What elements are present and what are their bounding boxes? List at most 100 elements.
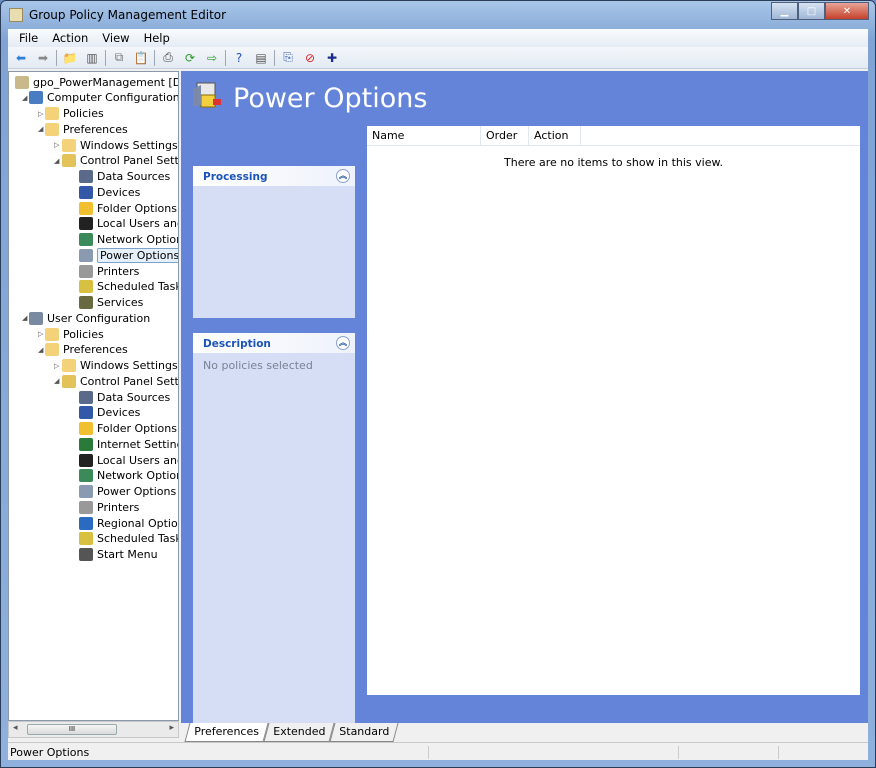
tree-item-icon bbox=[62, 359, 76, 372]
tree-item-label: Services bbox=[97, 296, 143, 309]
tree-item[interactable]: Network Options bbox=[79, 468, 179, 484]
tree-item[interactable]: ◢Preferences bbox=[45, 342, 128, 358]
tree-item[interactable]: Local Users and Groups bbox=[79, 452, 179, 468]
tree-item-label: Control Panel Settings bbox=[80, 375, 179, 388]
tree-item[interactable]: Local Users and Groups bbox=[79, 216, 179, 232]
show-hide-tree-icon[interactable]: ▥ bbox=[83, 49, 101, 67]
tab-label: Standard bbox=[339, 725, 389, 738]
tree-item-label: gpo_PowerManagement [DC1.S bbox=[33, 76, 179, 89]
tab-standard[interactable]: Standard bbox=[329, 723, 398, 742]
tree-item-label: Power Options bbox=[97, 248, 179, 263]
collapse-arrow-icon[interactable]: ◢ bbox=[22, 94, 30, 102]
tree-item-label: Preferences bbox=[63, 123, 128, 136]
tab-label: Preferences bbox=[194, 725, 259, 738]
tab-extended[interactable]: Extended bbox=[263, 723, 334, 742]
stop-icon[interactable]: ⊘ bbox=[301, 49, 319, 67]
expand-arrow-icon[interactable]: ▷ bbox=[38, 330, 46, 338]
tree-item[interactable]: ◢Preferences bbox=[45, 121, 128, 137]
tree-item-icon bbox=[79, 469, 93, 482]
tree-item[interactable]: Power Options bbox=[79, 247, 179, 263]
menu-help[interactable]: Help bbox=[137, 31, 177, 45]
tree-item-label: Devices bbox=[97, 186, 140, 199]
tree-item[interactable]: Folder Options bbox=[79, 200, 177, 216]
tree-item-label: Data Sources bbox=[97, 391, 170, 404]
expand-arrow-icon[interactable]: ▷ bbox=[54, 362, 62, 370]
tree-item[interactable]: Internet Settings bbox=[79, 436, 179, 452]
copy-icon[interactable]: ⧉ bbox=[110, 49, 128, 67]
refresh-icon[interactable]: ⟳ bbox=[181, 49, 199, 67]
tree-item-label: Local Users and Groups bbox=[97, 454, 179, 467]
collapse-description-button[interactable]: ︽ bbox=[336, 336, 350, 350]
tree-item[interactable]: ◢Control Panel Settings bbox=[62, 373, 179, 389]
add-icon[interactable]: ✚ bbox=[323, 49, 341, 67]
column-header-action[interactable]: Action bbox=[529, 126, 581, 145]
collapse-arrow-icon[interactable]: ◢ bbox=[38, 125, 46, 133]
status-bar: Power Options bbox=[8, 742, 868, 762]
back-icon[interactable]: ⬅ bbox=[12, 49, 30, 67]
tree-item[interactable]: Devices bbox=[79, 184, 140, 200]
menu-file[interactable]: File bbox=[12, 31, 45, 45]
tree-item[interactable]: Printers bbox=[79, 499, 139, 515]
up-folder-icon[interactable]: 📁 bbox=[61, 49, 79, 67]
expand-arrow-icon[interactable]: ▷ bbox=[38, 110, 46, 118]
print-icon[interactable]: ⎙ bbox=[159, 49, 177, 67]
tree-item-icon bbox=[79, 249, 93, 262]
tree-view[interactable]: gpo_PowerManagement [DC1.S◢Computer Conf… bbox=[8, 71, 179, 721]
tree-item[interactable]: Scheduled Tasks bbox=[79, 279, 179, 295]
menu-view[interactable]: View bbox=[95, 31, 136, 45]
tree-item[interactable]: Folder Options bbox=[79, 421, 177, 437]
toolbar-separator bbox=[105, 50, 106, 66]
tree-item[interactable]: Data Sources bbox=[79, 169, 170, 185]
tree-item-label: Printers bbox=[97, 265, 139, 278]
tree-item[interactable]: Network Options bbox=[79, 232, 179, 248]
tree-item-label: Folder Options bbox=[97, 202, 177, 215]
tree-item[interactable]: Data Sources bbox=[79, 389, 170, 405]
column-header-order[interactable]: Order bbox=[481, 126, 529, 145]
collapse-arrow-icon[interactable]: ◢ bbox=[54, 377, 62, 385]
status-text: Power Options bbox=[9, 746, 429, 759]
tree-item[interactable]: Devices bbox=[79, 405, 140, 421]
scroll-left-arrow[interactable]: ◂ bbox=[13, 723, 18, 733]
expand-arrow-icon[interactable]: ▷ bbox=[54, 141, 62, 149]
tree-item[interactable]: Printers bbox=[79, 263, 139, 279]
forward-icon[interactable]: ➡ bbox=[34, 49, 52, 67]
tree-horizontal-scrollbar[interactable]: ◂ III ▸ bbox=[8, 721, 179, 738]
menu-action[interactable]: Action bbox=[45, 31, 95, 45]
scroll-right-arrow[interactable]: ▸ bbox=[169, 723, 174, 733]
help-icon[interactable]: ? bbox=[230, 49, 248, 67]
tree-item[interactable]: ▷Windows Settings bbox=[62, 358, 178, 374]
tab-preferences[interactable]: Preferences bbox=[184, 723, 268, 742]
close-button[interactable]: ✕ bbox=[825, 2, 869, 20]
collapse-arrow-icon[interactable]: ◢ bbox=[54, 157, 62, 165]
description-heading: Description bbox=[203, 338, 271, 350]
tree-item[interactable]: ◢User Configuration bbox=[29, 310, 150, 326]
column-header-name[interactable]: Name bbox=[367, 126, 481, 145]
tree-item-icon bbox=[29, 312, 43, 325]
tree-item[interactable]: Power Options bbox=[79, 484, 176, 500]
tree-item[interactable]: Regional Options bbox=[79, 515, 179, 531]
tree-item[interactable]: ▷Policies bbox=[45, 326, 104, 342]
tree-item[interactable]: Services bbox=[79, 295, 143, 311]
scroll-thumb[interactable]: III bbox=[27, 724, 117, 735]
tree-item[interactable]: ◢Control Panel Settings bbox=[62, 153, 179, 169]
items-list[interactable]: Name Order Action There are no items to … bbox=[367, 126, 860, 695]
paste-icon[interactable]: 📋 bbox=[132, 49, 150, 67]
tree-item[interactable]: Scheduled Tasks bbox=[79, 531, 179, 547]
window-frame: Group Policy Management Editor ▁ □ ✕ Fil… bbox=[0, 0, 876, 768]
collapse-processing-button[interactable]: ︽ bbox=[336, 169, 350, 183]
collapse-arrow-icon[interactable]: ◢ bbox=[38, 346, 46, 354]
maximize-button[interactable]: □ bbox=[798, 2, 825, 20]
collapse-arrow-icon[interactable]: ◢ bbox=[22, 314, 30, 322]
tree-item[interactable]: ◢Computer Configuration bbox=[29, 90, 179, 106]
tree-item[interactable]: Start Menu bbox=[79, 547, 158, 563]
tree-item-label: Network Options bbox=[97, 469, 179, 482]
properties-icon[interactable]: ⎘ bbox=[279, 49, 297, 67]
show-action-pane-icon[interactable]: ▤ bbox=[252, 49, 270, 67]
minimize-button[interactable]: ▁ bbox=[771, 2, 798, 20]
export-icon[interactable]: ⇨ bbox=[203, 49, 221, 67]
tree-item[interactable]: ▷Windows Settings bbox=[62, 137, 178, 153]
tree-item-label: Local Users and Groups bbox=[97, 217, 179, 230]
tree-item[interactable]: ▷Policies bbox=[45, 106, 104, 122]
tree-item[interactable]: gpo_PowerManagement [DC1.S bbox=[15, 74, 179, 90]
tree-item-icon bbox=[62, 375, 76, 388]
